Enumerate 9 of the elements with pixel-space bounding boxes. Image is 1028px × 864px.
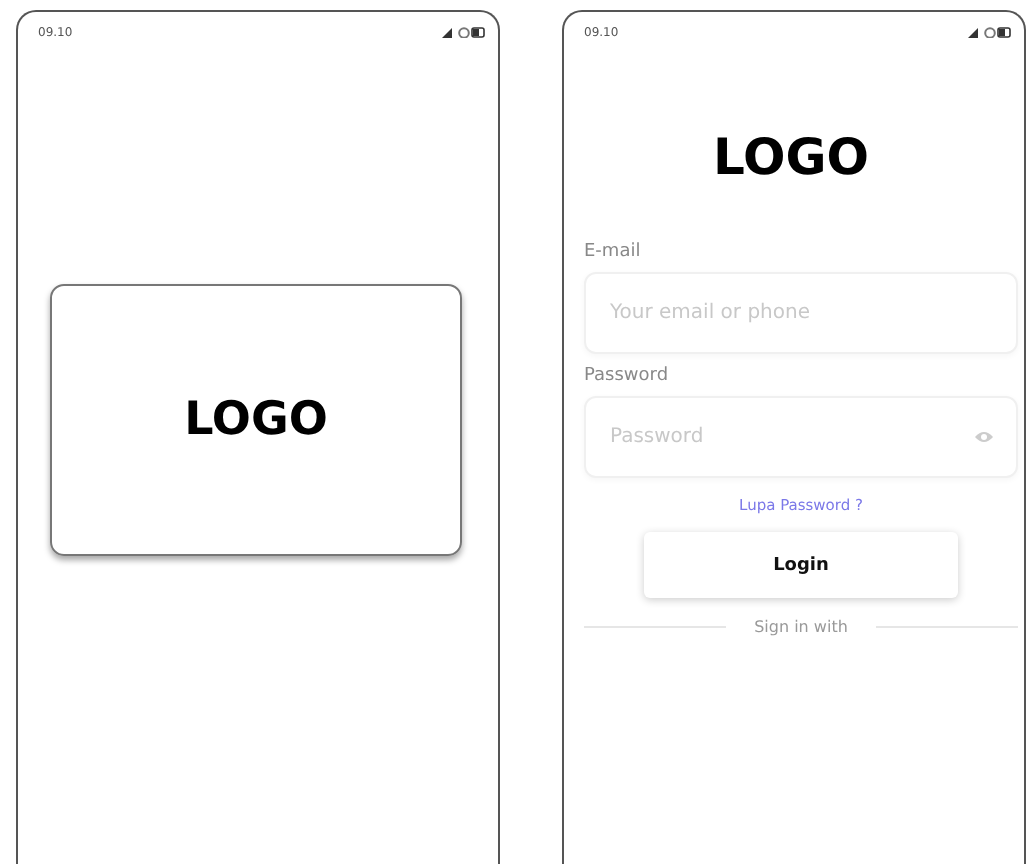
login-button[interactable]: Login <box>644 532 958 598</box>
field-label: E-mail <box>584 242 643 262</box>
eye-icon[interactable] <box>974 430 994 444</box>
status-icons <box>442 26 486 38</box>
field-label: Password <box>584 366 671 386</box>
status-icons <box>968 26 1012 38</box>
logo: LOGO <box>712 128 870 186</box>
sign-in-with-text: Sign in with <box>754 618 848 636</box>
logo: LOGO <box>184 394 328 446</box>
